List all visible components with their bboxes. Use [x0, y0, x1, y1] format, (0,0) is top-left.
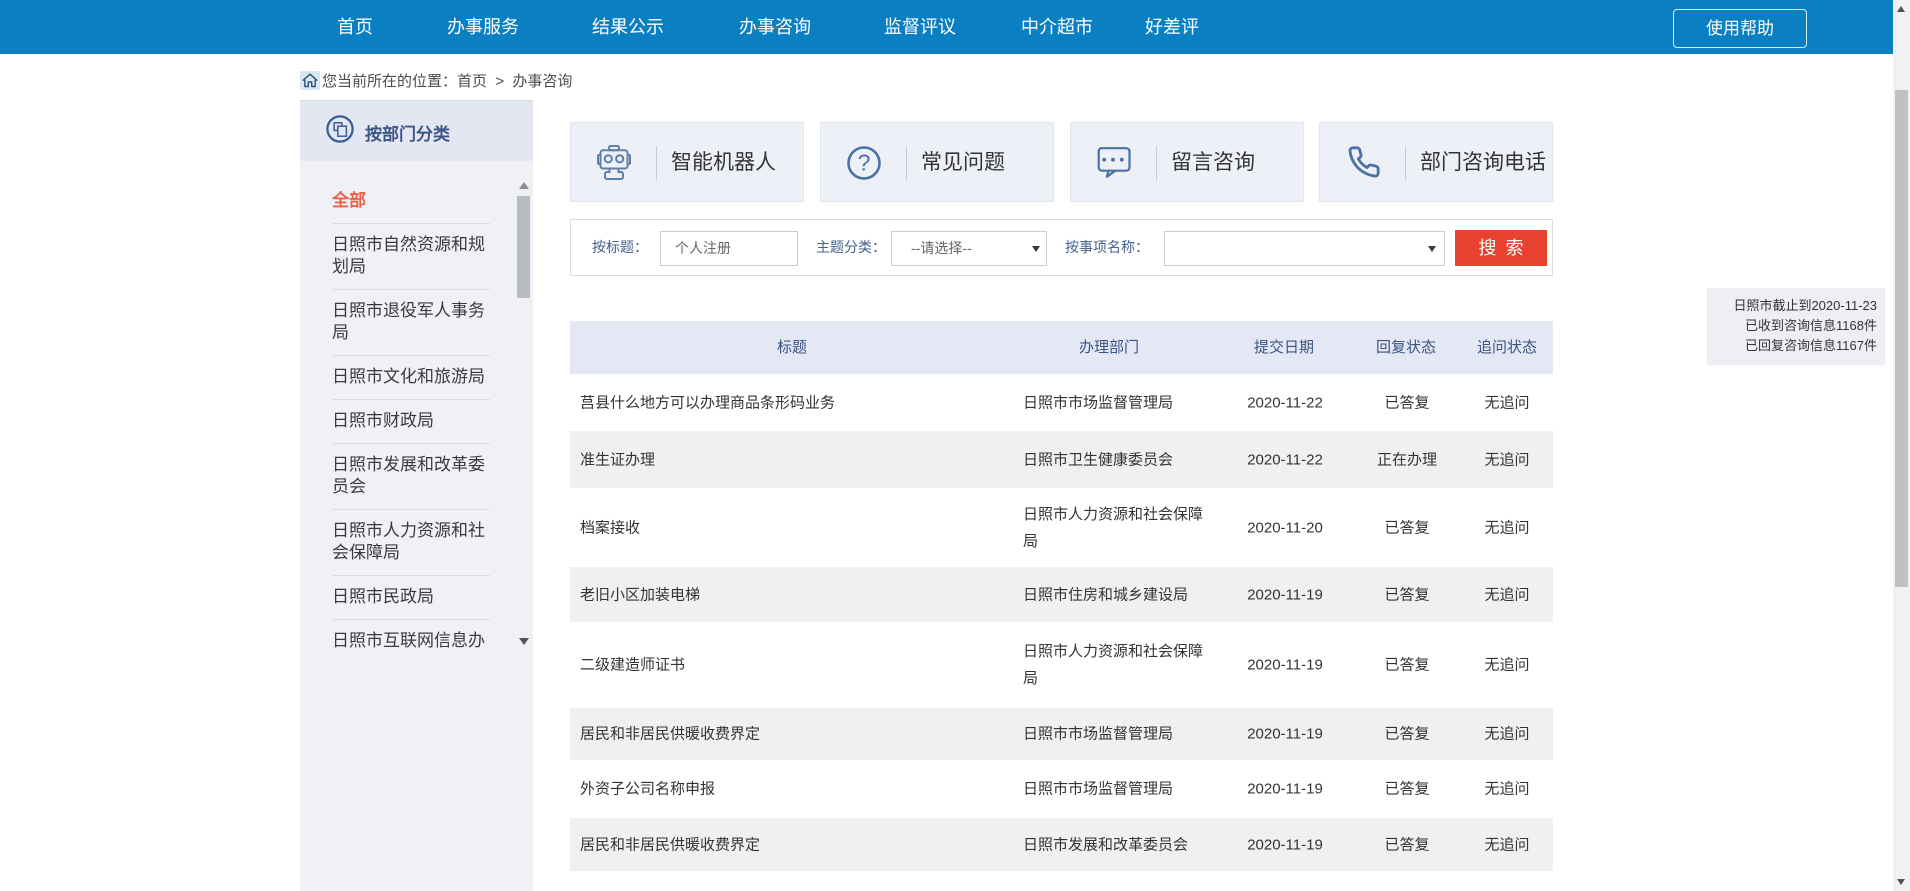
- svg-text:?: ?: [858, 150, 871, 176]
